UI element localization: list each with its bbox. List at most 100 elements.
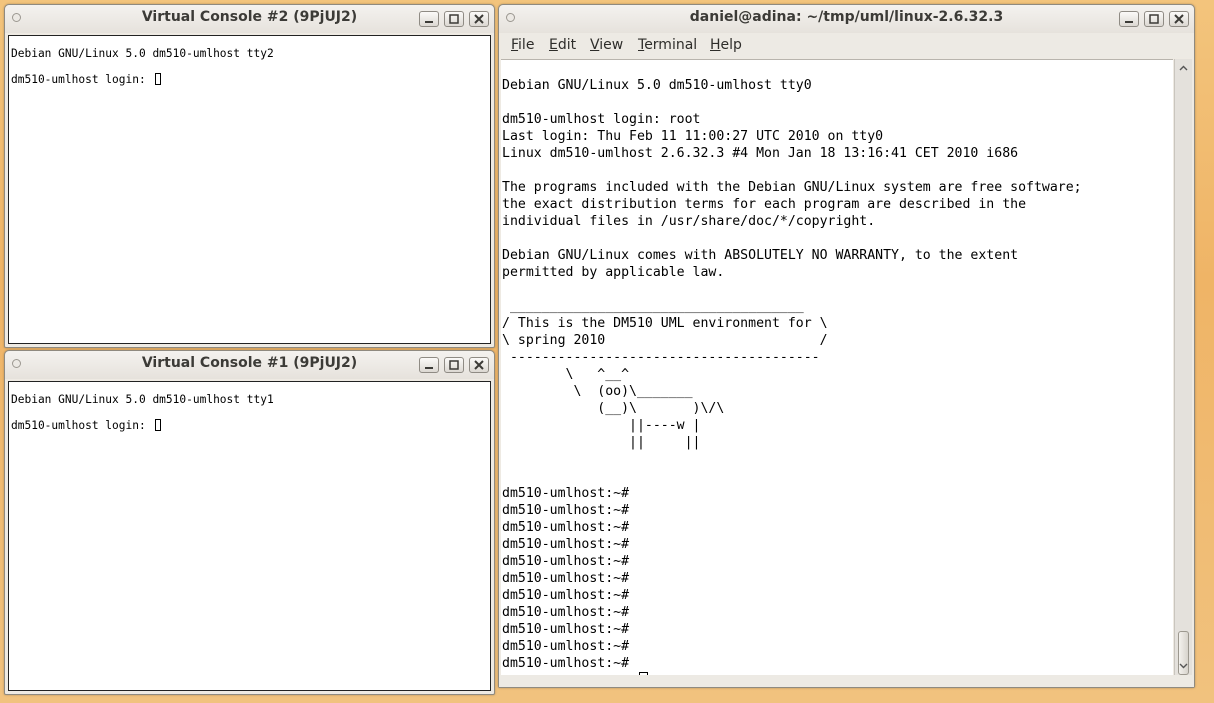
maximize-button[interactable] xyxy=(444,357,464,373)
terminal-line-text: The programs included with the Debian GN… xyxy=(502,180,1082,195)
text-cursor xyxy=(155,419,162,431)
terminal-line: dm510-umlhost:~# xyxy=(502,536,629,553)
terminal-line-text: the exact distribution terms for each pr… xyxy=(502,197,1027,212)
maximize-icon xyxy=(449,360,459,370)
minimize-icon xyxy=(1125,21,1133,23)
terminal-line-text: Linux dm510-umlhost 2.6.32.3 #4 Mon Jan … xyxy=(502,146,1019,161)
menu-edit[interactable]: Edit xyxy=(549,37,576,53)
minimize-icon xyxy=(425,367,433,369)
terminal-line: (__)\ )\/\ xyxy=(502,400,724,417)
terminal-line: dm510-umlhost:~# xyxy=(502,502,629,519)
terminal-line-text: Debian GNU/Linux 5.0 dm510-umlhost tty0 xyxy=(502,78,812,93)
terminal-line-text: dm510-umlhost:~# xyxy=(502,537,630,552)
terminal-line-text: \ spring 2010 / xyxy=(502,333,828,348)
console-login-prompt[interactable]: dm510-umlhost login: xyxy=(11,73,162,87)
title-bar[interactable]: daniel@adina: ~/tmp/uml/linux-2.6.32.3 xyxy=(499,5,1194,33)
title-bar[interactable]: Virtual Console #1 (9PjUJ2) xyxy=(5,351,494,379)
terminal-line: dm510-umlhost:~# xyxy=(502,655,629,672)
console-line: Debian GNU/Linux 5.0 dm510-umlhost tty1 xyxy=(11,393,274,406)
maximize-button[interactable] xyxy=(1144,11,1164,27)
terminal-line-text: dm510-umlhost:~# xyxy=(502,656,630,671)
close-button[interactable] xyxy=(1169,11,1189,27)
terminal-output[interactable]: Debian GNU/Linux 5.0 dm510-umlhost tty0 d… xyxy=(501,59,1173,675)
terminal-line-text: Last login: Thu Feb 11 11:00:27 UTC 2010… xyxy=(502,129,884,144)
maximize-icon xyxy=(449,14,459,24)
maximize-icon xyxy=(1149,14,1159,24)
terminal-line-text: dm510-umlhost:~# xyxy=(502,520,630,535)
console-line: dm510-umlhost login: xyxy=(11,73,153,86)
close-button[interactable] xyxy=(469,11,489,27)
title-bar[interactable]: Virtual Console #2 (9PjUJ2) xyxy=(5,5,494,33)
text-cursor xyxy=(155,73,162,85)
close-icon xyxy=(474,14,484,24)
close-icon xyxy=(1174,14,1184,24)
console-output[interactable]: Debian GNU/Linux 5.0 dm510-umlhost tty2 … xyxy=(8,35,491,344)
terminal-line: --------------------------------------- xyxy=(502,349,820,366)
terminal-line: \ (oo)\_______ xyxy=(502,383,693,400)
scroll-up-button[interactable] xyxy=(1175,60,1192,76)
terminal-line: permitted by applicable law. xyxy=(502,264,724,281)
terminal-line-text: (__)\ )\/\ xyxy=(502,401,725,416)
terminal-line: individual files in /usr/share/doc/*/cop… xyxy=(502,213,875,230)
terminal-line-text: dm510-umlhost:~# xyxy=(502,486,630,501)
terminal-line-text: dm510-umlhost:~# xyxy=(502,588,630,603)
terminal-line: Linux dm510-umlhost 2.6.32.3 #4 Mon Jan … xyxy=(502,145,1018,162)
terminal-line-text: dm510-umlhost:~# xyxy=(502,622,630,637)
terminal-line: Last login: Thu Feb 11 11:00:27 UTC 2010… xyxy=(502,128,883,145)
terminal-line: \ ^__^ xyxy=(502,366,630,383)
scroll-down-button[interactable] xyxy=(1175,658,1192,674)
minimize-button[interactable] xyxy=(419,11,439,27)
terminal-line: dm510-umlhost:~# xyxy=(502,638,629,655)
terminal-line: _____________________________________ xyxy=(502,298,804,315)
terminal-line: Debian GNU/Linux comes with ABSOLUTELY N… xyxy=(502,247,1018,264)
terminal-line-text: ||----w | xyxy=(502,418,701,433)
virtual-console-1-window[interactable]: Virtual Console #1 (9PjUJ2) Debian GNU/L… xyxy=(4,350,495,695)
terminal-line-text: \ (oo)\_______ xyxy=(502,384,693,399)
menu-view[interactable]: View xyxy=(590,37,623,53)
minimize-icon xyxy=(425,21,433,23)
terminal-line-text: \ ^__^ xyxy=(502,367,630,382)
terminal-line: || || xyxy=(502,434,701,451)
console-output[interactable]: Debian GNU/Linux 5.0 dm510-umlhost tty1 … xyxy=(8,381,491,691)
terminal-line-text: --------------------------------------- xyxy=(502,350,820,365)
terminal-line-text: dm510-umlhost login: root xyxy=(502,112,701,127)
console-login-prompt[interactable]: dm510-umlhost login: xyxy=(11,419,162,433)
terminal-line: The programs included with the Debian GN… xyxy=(502,179,1082,196)
gnome-terminal-window[interactable]: daniel@adina: ~/tmp/uml/linux-2.6.32.3 F… xyxy=(498,4,1195,688)
terminal-line: dm510-umlhost login: root xyxy=(502,111,701,128)
terminal-line-text: dm510-umlhost:~# xyxy=(502,554,630,569)
minimize-button[interactable] xyxy=(1119,11,1139,27)
terminal-line: / This is the DM510 UML environment for … xyxy=(502,315,828,332)
menu-terminal[interactable]: Terminal xyxy=(638,37,697,53)
terminal-line-text: dm510-umlhost:~# xyxy=(502,605,630,620)
console-line: dm510-umlhost login: xyxy=(11,419,153,432)
vertical-scrollbar[interactable] xyxy=(1174,59,1192,675)
maximize-button[interactable] xyxy=(444,11,464,27)
virtual-console-2-window[interactable]: Virtual Console #2 (9PjUJ2) Debian GNU/L… xyxy=(4,4,495,348)
terminal-line: dm510-umlhost:~# xyxy=(502,621,629,638)
terminal-line: dm510-umlhost:~# xyxy=(502,570,629,587)
terminal-line: dm510-umlhost:~# xyxy=(502,587,629,604)
chevron-down-icon xyxy=(1179,663,1188,669)
terminal-line: Debian GNU/Linux 5.0 dm510-umlhost tty0 xyxy=(502,77,812,94)
menu-file[interactable]: File xyxy=(511,37,534,53)
terminal-line-text: Debian GNU/Linux comes with ABSOLUTELY N… xyxy=(502,248,1019,263)
terminal-line: the exact distribution terms for each pr… xyxy=(502,196,1026,213)
window-bottom-border xyxy=(499,675,1194,687)
terminal-line: ||----w | xyxy=(502,417,701,434)
terminal-line: dm510-umlhost:~# xyxy=(502,485,629,502)
terminal-line-text: || || xyxy=(502,435,701,450)
window-title: daniel@adina: ~/tmp/uml/linux-2.6.32.3 xyxy=(689,9,1004,25)
terminal-line: dm510-umlhost:~# xyxy=(502,553,629,570)
minimize-button[interactable] xyxy=(419,357,439,373)
menu-help[interactable]: Help xyxy=(710,37,742,53)
menu-bar: File Edit View Terminal Help xyxy=(501,33,1192,58)
terminal-line-text: dm510-umlhost:~# xyxy=(502,639,630,654)
terminal-line: dm510-umlhost:~# xyxy=(502,519,629,536)
terminal-line-text: / This is the DM510 UML environment for … xyxy=(502,316,828,331)
terminal-line-text: individual files in /usr/share/doc/*/cop… xyxy=(502,214,876,229)
console-line: Debian GNU/Linux 5.0 dm510-umlhost tty2 xyxy=(11,47,274,60)
close-icon xyxy=(474,360,484,370)
close-button[interactable] xyxy=(469,357,489,373)
terminal-line-text: _____________________________________ xyxy=(502,299,804,314)
